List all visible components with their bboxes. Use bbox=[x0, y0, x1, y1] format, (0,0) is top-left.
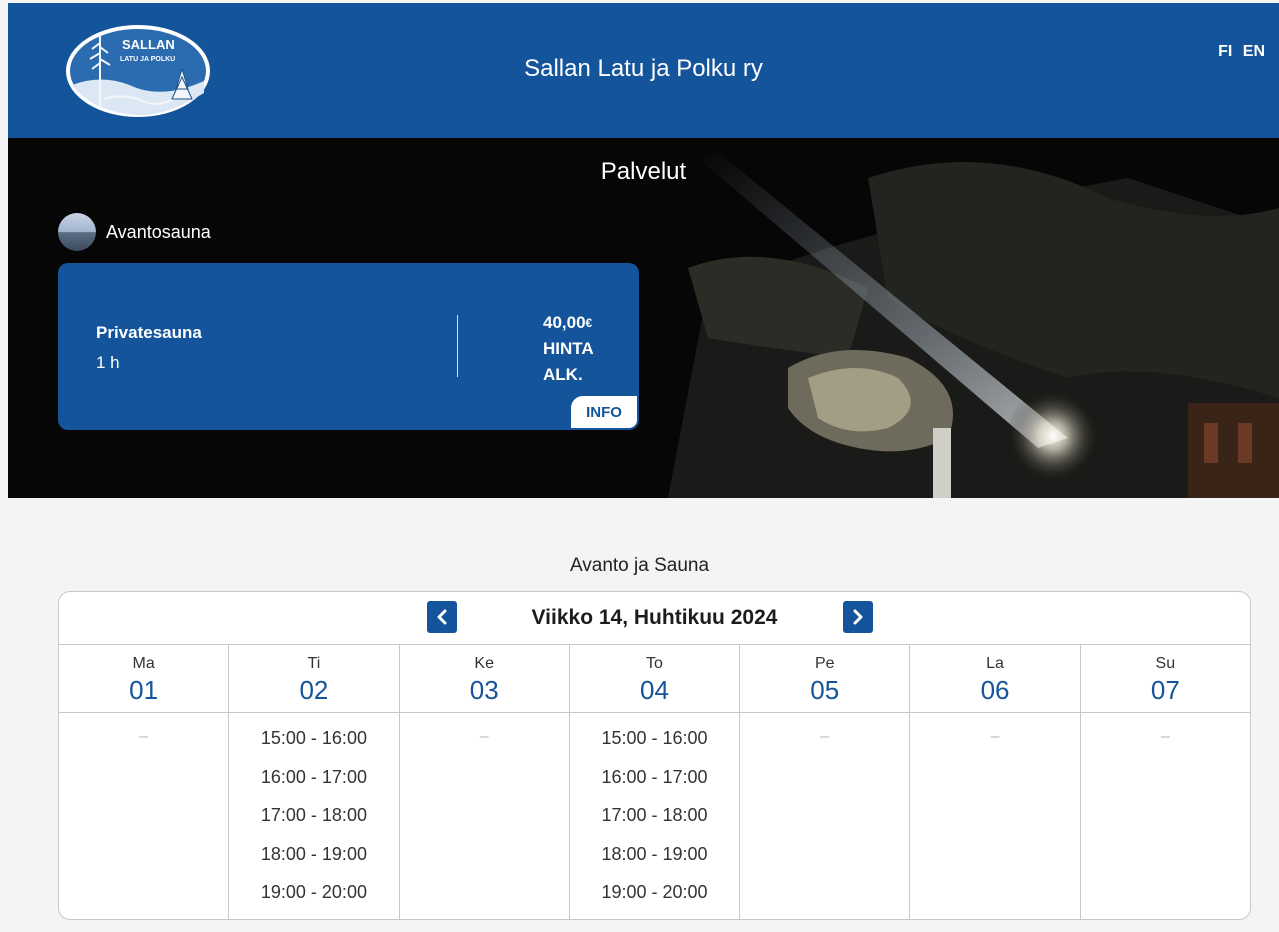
price-amount: 40,00 bbox=[543, 313, 586, 332]
calendar-section-title: Avanto ja Sauna bbox=[569, 555, 710, 576]
day-column: La 06 – bbox=[910, 645, 1081, 919]
service-header: Avantosauna bbox=[58, 213, 211, 251]
hero-section: Palvelut Avantosauna Privatesauna 1 h 40… bbox=[8, 138, 1279, 498]
day-header: Su 07 bbox=[1080, 645, 1250, 713]
day-column: Ma 01 – bbox=[59, 645, 230, 919]
day-number: 07 bbox=[1150, 675, 1180, 705]
time-slot[interactable]: 19:00 - 20:00 bbox=[570, 879, 739, 918]
time-slot[interactable]: 15:00 - 16:00 bbox=[570, 725, 739, 764]
time-slot[interactable]: 18:00 - 19:00 bbox=[570, 841, 739, 880]
day-number: 05 bbox=[810, 675, 840, 705]
time-slot[interactable]: 17:00 - 18:00 bbox=[570, 802, 739, 841]
language-switcher: FI EN bbox=[1212, 43, 1265, 61]
day-name: Ma bbox=[132, 655, 155, 672]
day-column: To 04 15:00 - 16:00 16:00 - 17:00 17:00 - 18… bbox=[569, 645, 741, 919]
day-number: 06 bbox=[980, 675, 1010, 705]
day-name: Ke bbox=[474, 655, 494, 672]
no-slots-marker: – bbox=[479, 728, 489, 745]
booking-calendar: Viikko 14, Huhtikuu 2024 Ma 01 – Ti 02 15:00 … bbox=[58, 591, 1251, 920]
day-slots: 15:00 - 16:00 16:00 - 17:00 17:00 - 18:00 1… bbox=[229, 713, 398, 918]
logo-text-main: SALLAN bbox=[122, 37, 175, 52]
day-slots: – bbox=[59, 713, 228, 749]
time-slot[interactable]: 19:00 - 20:00 bbox=[229, 879, 398, 918]
page-title: Palvelut bbox=[600, 158, 687, 185]
day-name: Ti bbox=[307, 655, 321, 672]
service-card-duration: 1 h bbox=[96, 353, 120, 372]
language-en[interactable]: EN bbox=[1243, 43, 1265, 60]
site-header: SALLAN LATU JA POLKU Sallan Latu ja Polk… bbox=[8, 3, 1279, 138]
day-slots: – bbox=[400, 713, 569, 749]
day-header: La 06 bbox=[910, 645, 1080, 713]
card-divider bbox=[457, 315, 458, 377]
service-card-price: 40,00€ HINTA ALK. bbox=[543, 310, 594, 388]
service-card[interactable]: Privatesauna 1 h 40,00€ HINTA ALK. INFO bbox=[58, 263, 639, 430]
day-column: Su 07 – bbox=[1080, 645, 1250, 919]
service-card-name: Privatesauna bbox=[96, 323, 202, 342]
day-header: Ke 03 bbox=[399, 645, 569, 713]
day-number: 02 bbox=[299, 675, 329, 705]
day-column: Pe 05 – bbox=[740, 645, 911, 919]
time-slot[interactable]: 16:00 - 17:00 bbox=[570, 764, 739, 803]
day-name: La bbox=[986, 655, 1004, 672]
service-name: Avantosauna bbox=[106, 221, 211, 242]
day-slots: 15:00 - 16:00 16:00 - 17:00 17:00 - 18:00 1… bbox=[570, 713, 739, 918]
site-title: Sallan Latu ja Polku ry bbox=[524, 55, 763, 82]
price-currency: € bbox=[585, 316, 593, 330]
day-number: 04 bbox=[640, 675, 669, 705]
service-thumbnail bbox=[58, 213, 96, 251]
no-slots-marker: – bbox=[1160, 728, 1170, 745]
week-label: Viikko 14, Huhtikuu 2024 bbox=[531, 606, 778, 629]
calendar-days: Ma 01– Ti 02 15:00 - 16:00 16:00 - 17:00 17:00… bbox=[59, 645, 1250, 919]
time-slot[interactable]: 15:00 - 16:00 bbox=[229, 725, 398, 764]
price-label-2: ALK. bbox=[543, 365, 583, 384]
day-header: Ti 02 bbox=[229, 645, 399, 713]
day-number: 01 bbox=[129, 675, 159, 705]
time-slot[interactable]: 16:00 - 17:00 bbox=[229, 764, 398, 803]
price-label-1: HINTA bbox=[543, 339, 594, 358]
next-week-button[interactable] bbox=[843, 601, 873, 633]
chevron-right-icon bbox=[853, 609, 863, 625]
day-name: Su bbox=[1155, 655, 1176, 672]
day-slots: – bbox=[910, 713, 1079, 749]
info-button[interactable]: INFO bbox=[571, 396, 637, 428]
day-header: Pe 05 bbox=[740, 645, 910, 713]
language-fi[interactable]: FI bbox=[1218, 43, 1232, 60]
no-slots-marker: – bbox=[820, 728, 830, 745]
calendar-navigation: Viikko 14, Huhtikuu 2024 bbox=[59, 592, 1250, 645]
no-slots-marker: – bbox=[139, 728, 149, 745]
day-header: To 04 bbox=[569, 645, 740, 713]
time-slot[interactable]: 17:00 - 18:00 bbox=[229, 802, 398, 841]
day-slots: – bbox=[1081, 713, 1250, 749]
day-name: Pe bbox=[814, 655, 835, 672]
day-header: Ma 01 bbox=[59, 645, 229, 713]
day-slots: – bbox=[740, 713, 909, 749]
no-slots-marker: – bbox=[990, 728, 1000, 745]
day-column: Ti 02 15:00 - 16:00 16:00 - 17:00 17:00 - 18… bbox=[229, 645, 400, 919]
day-name: To bbox=[646, 655, 663, 672]
day-number: 03 bbox=[469, 675, 499, 705]
time-slot[interactable]: 18:00 - 19:00 bbox=[229, 841, 398, 880]
day-column: Ke 03 – bbox=[399, 645, 570, 919]
